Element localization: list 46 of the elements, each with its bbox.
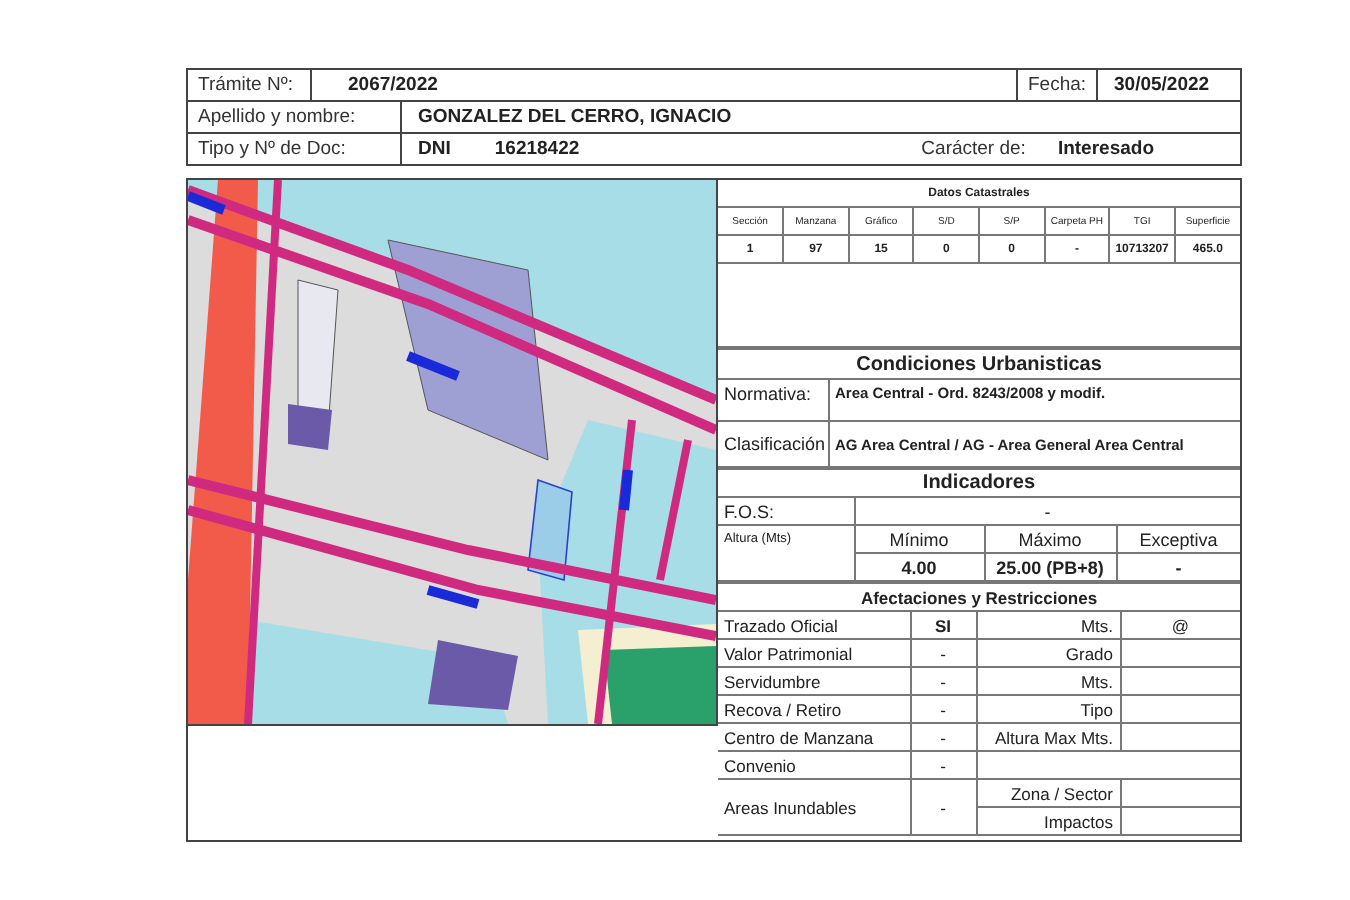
field-label: Impactos: [1044, 811, 1113, 831]
field-value: -: [940, 727, 946, 747]
field-value: -: [940, 755, 946, 775]
field-value: -: [940, 643, 946, 663]
field-value: GONZALEZ DEL CERRO, IGNACIO: [418, 106, 732, 128]
field-label: Apellido y nombre:: [198, 106, 356, 128]
field-label: Convenio: [724, 755, 796, 775]
table-cell: 4.00: [901, 557, 937, 577]
field-label: Centro de Manzana: [724, 727, 874, 747]
field-value: -: [1044, 501, 1051, 521]
field-label: Trámite Nº:: [198, 74, 293, 96]
field-value: Interesado: [1057, 138, 1154, 160]
section-title: Condiciones Urbanisticas: [856, 353, 1102, 375]
table-cell: 25.00 (PB+8): [996, 557, 1104, 577]
column-header: Exceptiva: [1139, 529, 1218, 549]
field-value: -: [940, 671, 946, 691]
table-cell: -: [1175, 557, 1182, 577]
field-label: Tipo: [1080, 699, 1113, 719]
field-label: F.O.S:: [724, 501, 775, 521]
field-value: -: [940, 699, 946, 719]
column-header: Mínimo: [889, 529, 949, 549]
field-value: 2067/2022: [348, 74, 438, 96]
section-title: Afectaciones y Restricciones: [860, 587, 1098, 607]
field-value: 16218422: [494, 138, 582, 160]
field-value: @: [1171, 615, 1190, 635]
section-title: Indicadores: [922, 472, 1036, 494]
column-header: Máximo: [1018, 529, 1082, 549]
field-label: Grado: [1065, 643, 1113, 663]
field-label: Fecha:: [1028, 74, 1087, 96]
field-label: Zona / Sector: [1010, 783, 1113, 803]
field-label: Areas Inundables: [724, 797, 857, 817]
field-label: Mts.: [1080, 615, 1113, 635]
field-value: SI: [934, 615, 952, 635]
field-label: Recova / Retiro: [724, 699, 842, 719]
field-label: Valor Patrimonial: [724, 643, 853, 663]
field-label: Clasificación: [724, 434, 826, 454]
field-label: Normativa:: [724, 384, 812, 404]
field-label: Servidumbre: [724, 671, 821, 691]
field-label: Altura Max Mts.: [994, 727, 1113, 747]
field-label: Carácter de:: [921, 138, 1026, 160]
field-value: DNI: [418, 138, 451, 160]
field-label: Mts.: [1080, 671, 1113, 691]
field-value: -: [940, 797, 946, 817]
field-label: Trazado Oficial: [724, 615, 838, 635]
field-value: 30/05/2022: [1114, 74, 1210, 96]
field-label: Tipo y Nº de Doc:: [198, 138, 346, 160]
